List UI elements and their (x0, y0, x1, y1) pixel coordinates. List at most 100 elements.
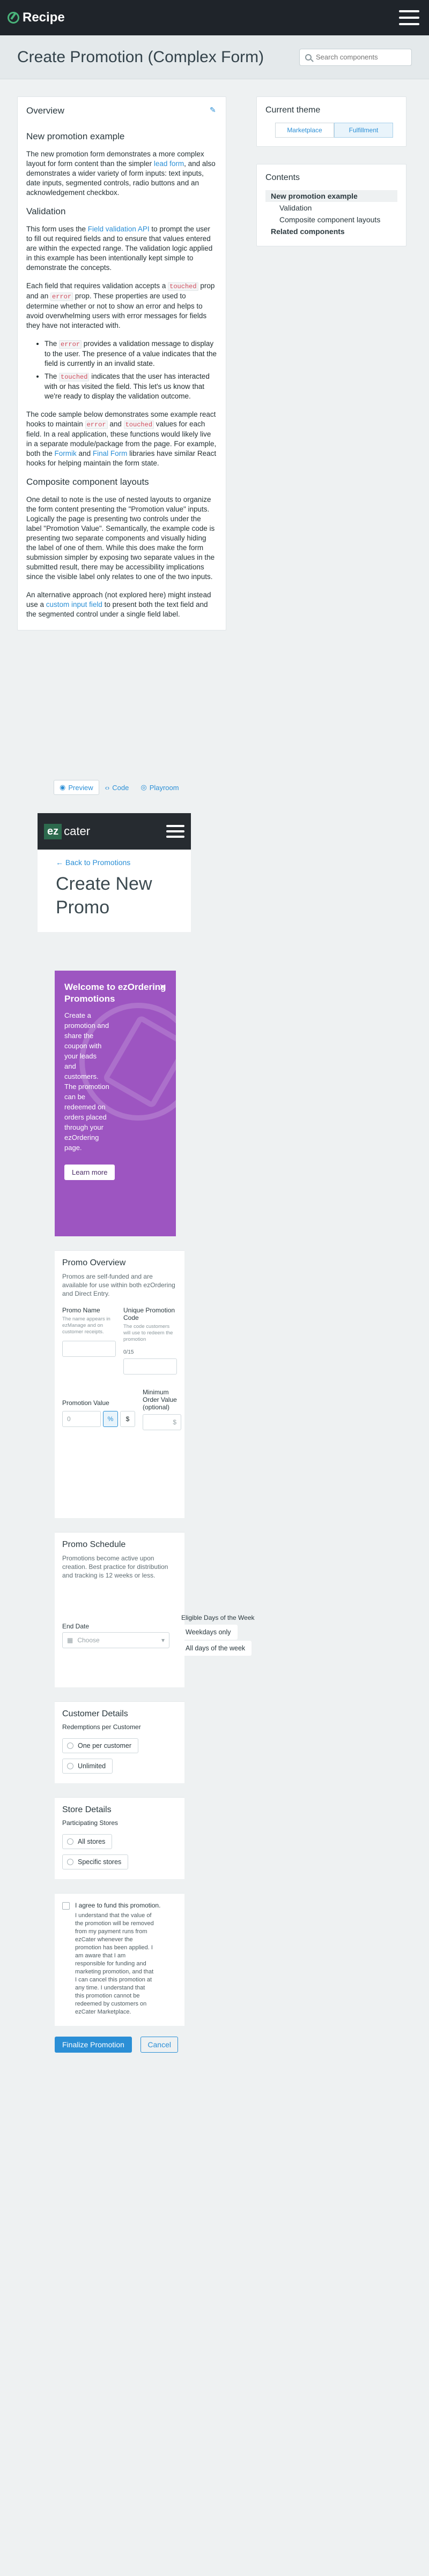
toc-new-promotion-example[interactable]: New promotion example (265, 190, 397, 202)
theme-marketplace[interactable]: Marketplace (275, 123, 334, 138)
promo-name-label: Promo Name (62, 1306, 100, 1314)
promo-value-input[interactable]: 0 (62, 1411, 101, 1427)
agree-checkbox[interactable] (62, 1902, 70, 1910)
leaf-icon (8, 12, 19, 24)
section-desc: Promos are self-funded and are available… (62, 1273, 175, 1297)
top-nav: Recipe (0, 0, 429, 35)
promo-name-hint: The name appears in ezManage and on cust… (62, 1316, 110, 1335)
promo-code-input[interactable] (123, 1358, 177, 1375)
brand-name: Recipe (23, 10, 65, 25)
radio-icon (67, 1763, 73, 1769)
specific-stores-option[interactable]: Specific stores (62, 1854, 129, 1869)
menu-icon[interactable] (399, 10, 419, 25)
min-order-label: Minimum Order Value (optional) (143, 1388, 177, 1411)
formik-link[interactable]: Formik (55, 449, 77, 457)
prop-list: The error provides a validation message … (26, 339, 217, 401)
promo-code-hint: The code customers will use to redeem th… (123, 1324, 173, 1342)
promo-code-label: Unique Promotion Code (123, 1306, 175, 1321)
page-title: Create Promotion (Complex Form) (17, 48, 264, 66)
search-box[interactable] (299, 48, 412, 66)
promo-schedule-section: Promo Schedule Promotions become active … (55, 1532, 255, 1687)
edit-icon[interactable]: ✎ (210, 106, 217, 114)
contents-title: Contents (265, 173, 300, 182)
final-form-link[interactable]: Final Form (93, 449, 128, 457)
overview-heading: Overview (26, 106, 64, 116)
validation-paragraph-1: This form uses the Field validation API … (26, 225, 213, 272)
radio-icon (67, 1838, 73, 1845)
promo-overview-section: Promo Overview Promos are self-funded an… (55, 1250, 184, 1518)
eye-icon: ◉ (60, 783, 66, 791)
section-title: Promo Overview (62, 1258, 126, 1267)
lead-form-link[interactable]: lead form (154, 160, 184, 168)
theme-fulfillment[interactable]: Fulfillment (334, 123, 393, 138)
custom-input-field-link[interactable]: custom input field (46, 600, 102, 609)
one-per-customer-option[interactable]: One per customer (62, 1738, 139, 1753)
code-char-count: 0/15 (123, 1349, 134, 1355)
validation-paragraph-2: Each field that requires validation acce… (26, 282, 215, 329)
tab-preview[interactable]: ◉ Preview (54, 780, 99, 795)
toc-composite-component-layouts[interactable]: Composite component layouts (265, 214, 397, 226)
days-label: Eligible Days of the Week (181, 1614, 255, 1621)
agree-detail: I understand that the value of the promo… (75, 1912, 154, 2015)
theme-toggle: Marketplace Fulfillment (275, 123, 393, 138)
tab-playroom[interactable]: ◎ Playroom (135, 780, 184, 795)
composite-paragraph-1: One detail to note is the use of nested … (26, 495, 215, 581)
all-stores-option[interactable]: All stores (62, 1834, 113, 1849)
tab-code[interactable]: ‹› Code (99, 780, 135, 795)
customer-details-section: Customer Details Redemptions per Custome… (55, 1701, 184, 1783)
list-item: The touched indicates that the user has … (45, 372, 217, 401)
ezcater-logo[interactable]: ez cater (44, 823, 90, 839)
brand-logo[interactable]: Recipe (8, 10, 65, 25)
section-title: Promo Schedule (62, 1540, 126, 1549)
search-icon (305, 54, 312, 61)
toc-validation[interactable]: Validation (265, 202, 397, 214)
cancel-button[interactable]: Cancel (140, 2037, 178, 2053)
composite-title: Composite component layouts (26, 477, 149, 487)
overview-card: Overview ✎ New promotion example The new… (17, 96, 226, 630)
promo-value-label: Promotion Value (62, 1399, 109, 1407)
theme-card: Current theme Marketplace Fulfillment (256, 96, 406, 147)
unlimited-option[interactable]: Unlimited (62, 1759, 113, 1774)
close-icon[interactable]: × (159, 980, 166, 994)
percent-toggle[interactable]: % (103, 1411, 118, 1427)
redemptions-label: Redemptions per Customer (62, 1723, 141, 1731)
table-of-contents: New promotion example Validation Composi… (265, 190, 397, 237)
all-days-option[interactable]: All days of the week (181, 1641, 252, 1656)
preview-frame: ez cater ← Back to Promotions Create New … (38, 813, 255, 2053)
store-details-section: Store Details Participating Stores All s… (55, 1797, 184, 1879)
min-order-input[interactable]: $ (143, 1414, 181, 1430)
weekdays-option[interactable]: Weekdays only (181, 1625, 238, 1640)
end-date-select[interactable]: ▦ Choose ▾ (62, 1632, 169, 1648)
welcome-banner: Welcome to ezOrdering Promotions × Creat… (55, 971, 176, 1236)
section-title: Store Details (62, 1805, 112, 1814)
code-error: error (50, 292, 73, 301)
preview-menu-icon[interactable] (166, 825, 184, 838)
validation-paragraph-3: The code sample below demonstrates some … (26, 410, 217, 467)
learn-more-button[interactable]: Learn more (64, 1165, 115, 1180)
code-touched: touched (168, 282, 198, 291)
agree-text: I agree to fund this promotion. (75, 1902, 161, 1909)
banner-title: Welcome to ezOrdering Promotions (64, 982, 166, 1004)
chevron-down-icon: ▾ (161, 1636, 165, 1644)
end-date-label: End Date (62, 1623, 90, 1630)
preview-title: Create New Promo (56, 874, 152, 918)
example-title: New promotion example (26, 131, 125, 141)
back-to-promotions-link[interactable]: ← Back to Promotions (56, 858, 191, 867)
calendar-icon: ▦ (67, 1636, 73, 1644)
promo-name-input[interactable] (62, 1341, 116, 1357)
section-title: Customer Details (62, 1709, 128, 1718)
list-item: The error provides a validation message … (45, 339, 217, 369)
theme-title: Current theme (265, 106, 321, 115)
composite-paragraph-2: An alternative approach (not explored he… (26, 591, 211, 618)
finalize-promotion-button[interactable]: Finalize Promotion (55, 2037, 132, 2053)
example-tabs: ◉ Preview ‹› Code ◎ Playroom (54, 780, 185, 795)
code-icon: ‹› (105, 783, 110, 792)
page-header: Create Promotion (Complex Form) (0, 35, 429, 79)
toc-related-components[interactable]: Related components (265, 226, 397, 237)
playroom-icon: ◎ (140, 783, 147, 791)
validation-title: Validation (26, 206, 66, 216)
field-validation-api-link[interactable]: Field validation API (88, 225, 150, 233)
section-desc: Promotions become active upon creation. … (62, 1554, 168, 1579)
search-input[interactable] (315, 52, 401, 62)
dollar-toggle[interactable]: $ (120, 1411, 135, 1427)
